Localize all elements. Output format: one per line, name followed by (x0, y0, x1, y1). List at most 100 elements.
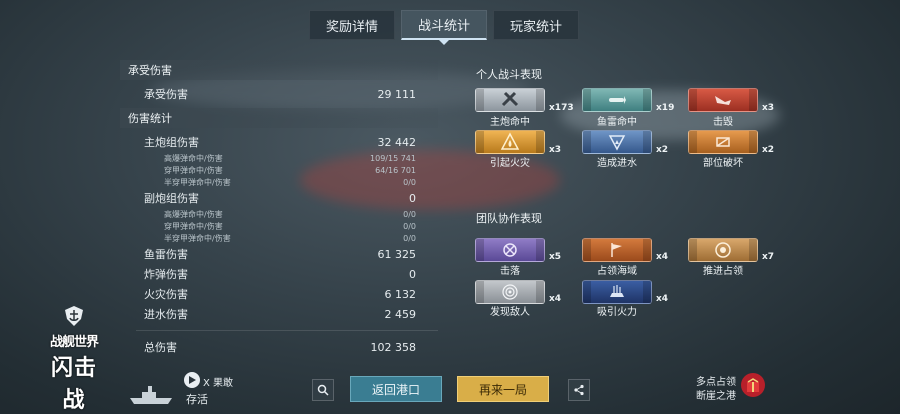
medal-fires-caused[interactable] (475, 130, 545, 154)
stat-value: 32 442 (377, 135, 417, 149)
map-name: 断崖之港 (696, 391, 736, 402)
sub-stat-label: 高爆弹命中/伤害 (164, 153, 223, 163)
medal-label: 鱼雷命中 (597, 117, 637, 128)
crossed-guns-icon (501, 91, 519, 107)
sub-stat-row: 半穿甲弹命中/伤害 0/0 (120, 176, 438, 188)
medal-capture-progress[interactable] (688, 238, 758, 262)
sub-stat-value: 0/0 (403, 233, 416, 243)
survival-status: 存活 (186, 393, 208, 406)
sub-stat-value: 0/0 (403, 209, 416, 219)
medal-label: 占领海域 (597, 266, 637, 277)
fire-icon (500, 132, 520, 150)
medal-planes-shot-down[interactable] (475, 238, 545, 262)
received-damage-header: 承受伤害 (120, 60, 438, 80)
divider (136, 330, 438, 331)
secondary-battery-row: 副炮组伤害 0 (120, 188, 438, 208)
flooding-damage-row: 进水伤害 2 459 (120, 304, 438, 324)
play-again-button[interactable]: 再来一局 (457, 376, 549, 402)
stat-label: 承受伤害 (144, 88, 188, 101)
medal-count: x2 (762, 145, 775, 155)
sub-stat-label: 穿甲弹命中/伤害 (164, 165, 223, 175)
medal-label: 部位破坏 (703, 158, 743, 169)
medal-label: 推进占领 (703, 266, 743, 277)
tab-battle-stats[interactable]: 战斗统计 (401, 10, 488, 45)
stat-label: 炸弹伤害 (144, 268, 188, 281)
total-damage-row: 总伤害 102 358 (120, 337, 438, 357)
search-icon (317, 384, 329, 396)
medal-count: x4 (656, 294, 669, 304)
medal-destroyed[interactable] (688, 88, 758, 112)
torpedo-icon (609, 96, 626, 104)
medal-label: 吸引火力 (597, 307, 637, 318)
sub-stat-row: 穿甲弹命中/伤害 64/16 701 (120, 164, 438, 176)
stat-value: 0 (409, 191, 416, 205)
sinking-ship-icon (715, 96, 731, 105)
spotting-icon (502, 284, 518, 300)
medal-torpedo-hits[interactable] (582, 88, 652, 112)
map-mode: 多点占领 (696, 377, 736, 388)
logo-line-1: 战舰世界 (49, 335, 99, 350)
stat-value: 102 358 (370, 340, 417, 354)
medal-main-battery-hits[interactable] (475, 88, 545, 112)
tab-bar: 奖励详情 战斗统计 玩家统计 (309, 10, 580, 45)
medal-damage-tanked[interactable] (582, 280, 652, 304)
game-logo: 战舰世界 闪击战 (44, 305, 104, 414)
play-icon (189, 376, 196, 384)
sub-stat-value: 0/0 (403, 221, 416, 231)
sub-stat-row: 穿甲弹命中/伤害 0/0 (120, 220, 438, 232)
share-button[interactable] (568, 379, 590, 401)
stat-value: 2 459 (384, 307, 417, 321)
medal-count: x2 (656, 145, 669, 155)
medal-label: 主炮命中 (490, 117, 530, 128)
sub-stat-row: 高爆弹命中/伤害 109/15 741 (120, 152, 438, 164)
tank-fire-icon (610, 285, 624, 297)
medal-count: x4 (549, 294, 562, 304)
logo-line-2: 闪击战 (50, 356, 97, 413)
gift-icon (741, 373, 765, 397)
medal-capture-zone[interactable] (582, 238, 652, 262)
return-to-port-button[interactable]: 返回港口 (350, 376, 442, 402)
flooding-icon (608, 135, 626, 151)
medal-label: 造成进水 (597, 158, 637, 169)
medal-enemy-spotted[interactable] (475, 280, 545, 304)
medal-label: 击落 (500, 266, 520, 277)
medal-count: x19 (656, 103, 675, 113)
stat-label: 副炮组伤害 (144, 192, 199, 205)
fire-damage-row: 火灾伤害 6 132 (120, 284, 438, 304)
stat-value: 29 111 (377, 87, 417, 101)
stat-value: 6 132 (384, 287, 417, 301)
stat-label: 总伤害 (144, 341, 177, 354)
medal-label: 引起火灾 (490, 158, 530, 169)
medal-flooding-caused[interactable] (582, 130, 652, 154)
tab-player-stats[interactable]: 玩家统计 (493, 10, 580, 40)
sub-stat-row: 半穿甲弹命中/伤害 0/0 (120, 232, 438, 244)
outcome-icon (184, 372, 200, 388)
medal-count: x7 (762, 252, 775, 262)
medal-count: x3 (762, 103, 775, 113)
search-button[interactable] (312, 379, 334, 401)
reward-gift-button[interactable] (740, 372, 766, 398)
stat-value: 61 325 (377, 247, 417, 261)
medal-count: x4 (656, 252, 669, 262)
flag-icon (611, 243, 622, 257)
stat-label: 鱼雷伤害 (144, 248, 188, 261)
medal-label: 发现敌人 (490, 307, 530, 318)
sub-stat-value: 109/15 741 (370, 153, 416, 163)
torpedo-damage-row: 鱼雷伤害 61 325 (120, 244, 438, 264)
sub-stat-label: 高爆弹命中/伤害 (164, 209, 223, 219)
damage-stats-header: 伤害统计 (120, 108, 438, 128)
medal-count: x5 (549, 252, 562, 262)
medal-count: x173 (549, 103, 574, 113)
medal-module-destroyed[interactable] (688, 130, 758, 154)
bomb-damage-row: 炸弹伤害 0 (120, 264, 438, 284)
outcome-label: X 果敢 (203, 378, 234, 389)
sub-stat-label: 穿甲弹命中/伤害 (164, 221, 223, 231)
module-break-icon (716, 137, 730, 147)
received-damage-row: 承受伤害 29 111 (120, 84, 438, 104)
share-icon (574, 384, 584, 396)
personal-performance-title: 个人战斗表现 (476, 68, 542, 81)
stat-label: 进水伤害 (144, 308, 188, 321)
tab-rewards[interactable]: 奖励详情 (309, 10, 396, 40)
medal-label: 击毁 (713, 117, 733, 128)
sub-stat-value: 0/0 (403, 177, 416, 187)
